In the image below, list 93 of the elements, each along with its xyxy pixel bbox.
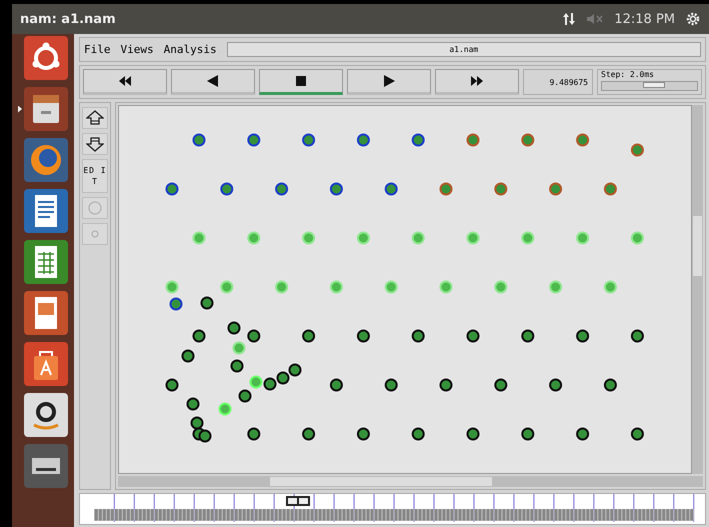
network-node[interactable] <box>356 134 370 146</box>
edit-button[interactable]: ED IT <box>82 159 108 193</box>
menu-item[interactable]: Analysis <box>164 43 217 56</box>
document-icon[interactable] <box>24 189 68 233</box>
square-icon <box>294 75 308 87</box>
network-node[interactable] <box>630 428 644 440</box>
network-node[interactable] <box>466 428 480 440</box>
network-node[interactable] <box>440 182 452 196</box>
network-node[interactable] <box>521 428 534 440</box>
network-node[interactable] <box>192 134 206 146</box>
settings-icon[interactable] <box>685 11 701 27</box>
spreadsheet-icon[interactable] <box>24 240 68 284</box>
network-node[interactable] <box>247 428 260 440</box>
step-label: Step: 2.0ms <box>601 70 655 79</box>
network-node[interactable] <box>466 330 480 342</box>
network-node[interactable] <box>521 134 534 146</box>
network-node[interactable] <box>220 182 234 196</box>
network-node[interactable] <box>182 350 194 362</box>
window-title: nam: a1.nam <box>20 12 116 26</box>
network-node[interactable] <box>186 398 200 410</box>
network-node[interactable] <box>384 182 398 196</box>
network-node[interactable] <box>412 134 425 146</box>
right-triangle-icon <box>382 75 396 87</box>
stop-button[interactable] <box>259 69 343 95</box>
file-cabinet-icon[interactable] <box>24 87 68 131</box>
network-node[interactable] <box>412 330 425 342</box>
network-node[interactable] <box>330 182 343 196</box>
network-node[interactable] <box>166 378 178 392</box>
fast-forward-button[interactable] <box>435 69 519 95</box>
ubuntu-logo-icon[interactable] <box>24 36 68 80</box>
clock[interactable]: 12:18 PM <box>614 12 675 26</box>
horizontal-scrollbar[interactable] <box>118 476 703 487</box>
shopping-bag-icon[interactable] <box>24 342 68 386</box>
network-node[interactable] <box>276 372 290 384</box>
network-node[interactable] <box>494 378 508 392</box>
network-node[interactable] <box>521 330 534 342</box>
network-node[interactable] <box>494 182 508 196</box>
network-node[interactable] <box>230 360 244 372</box>
time-readout: 9.489675 <box>523 69 593 95</box>
double-right-triangle-icon <box>470 75 484 87</box>
network-icon[interactable] <box>562 12 576 26</box>
firefox-icon[interactable] <box>24 138 68 182</box>
slider-thumb[interactable] <box>643 82 666 88</box>
network-node[interactable] <box>356 428 370 440</box>
network-node[interactable] <box>604 182 617 196</box>
network-node[interactable] <box>288 364 302 376</box>
network-node[interactable] <box>440 378 452 392</box>
left-triangle-icon <box>206 75 220 87</box>
network-node[interactable] <box>549 182 562 196</box>
network-node[interactable] <box>549 378 562 392</box>
time-marker-icon[interactable] <box>286 496 310 506</box>
network-node[interactable] <box>330 378 343 392</box>
network-node[interactable] <box>228 322 240 334</box>
rewind-button[interactable] <box>83 69 167 95</box>
zoom-out-button[interactable] <box>82 133 108 155</box>
network-node[interactable] <box>576 134 590 146</box>
network-node[interactable] <box>356 330 370 342</box>
network-node[interactable] <box>302 330 316 342</box>
file-name-field: a1.nam <box>226 42 701 57</box>
network-node[interactable] <box>412 428 425 440</box>
step-slider[interactable] <box>601 81 698 91</box>
network-node[interactable] <box>466 134 480 146</box>
circle-icon <box>88 201 102 215</box>
network-node[interactable] <box>247 330 260 342</box>
network-node[interactable] <box>238 390 252 402</box>
network-node[interactable] <box>247 134 260 146</box>
network-node[interactable] <box>302 428 316 440</box>
network-node[interactable] <box>630 330 644 342</box>
network-node[interactable] <box>198 430 212 442</box>
timeline[interactable] <box>79 493 706 525</box>
network-node[interactable] <box>166 182 178 196</box>
network-node[interactable] <box>576 428 590 440</box>
network-node[interactable] <box>275 182 288 196</box>
presentation-icon[interactable] <box>24 291 68 335</box>
network-node[interactable] <box>190 416 204 430</box>
double-left-triangle-icon <box>118 75 132 87</box>
network-node[interactable] <box>192 330 206 342</box>
network-node[interactable] <box>604 378 617 392</box>
play-backward-button[interactable] <box>171 69 255 95</box>
network-node[interactable] <box>200 296 214 310</box>
menu-item[interactable]: File <box>84 43 110 56</box>
menu-item[interactable]: Views <box>120 43 154 56</box>
network-node[interactable] <box>302 134 316 146</box>
zoom-in-button[interactable] <box>82 107 108 129</box>
network-node[interactable] <box>630 144 644 156</box>
play-button[interactable] <box>347 69 431 95</box>
network-node[interactable] <box>576 330 590 342</box>
network-node[interactable] <box>264 378 276 390</box>
small-circle-icon <box>91 230 99 238</box>
network-node[interactable] <box>384 378 398 392</box>
network-node[interactable] <box>170 298 182 310</box>
drive-icon[interactable] <box>24 444 68 488</box>
vertical-scrollbar[interactable] <box>692 105 703 474</box>
